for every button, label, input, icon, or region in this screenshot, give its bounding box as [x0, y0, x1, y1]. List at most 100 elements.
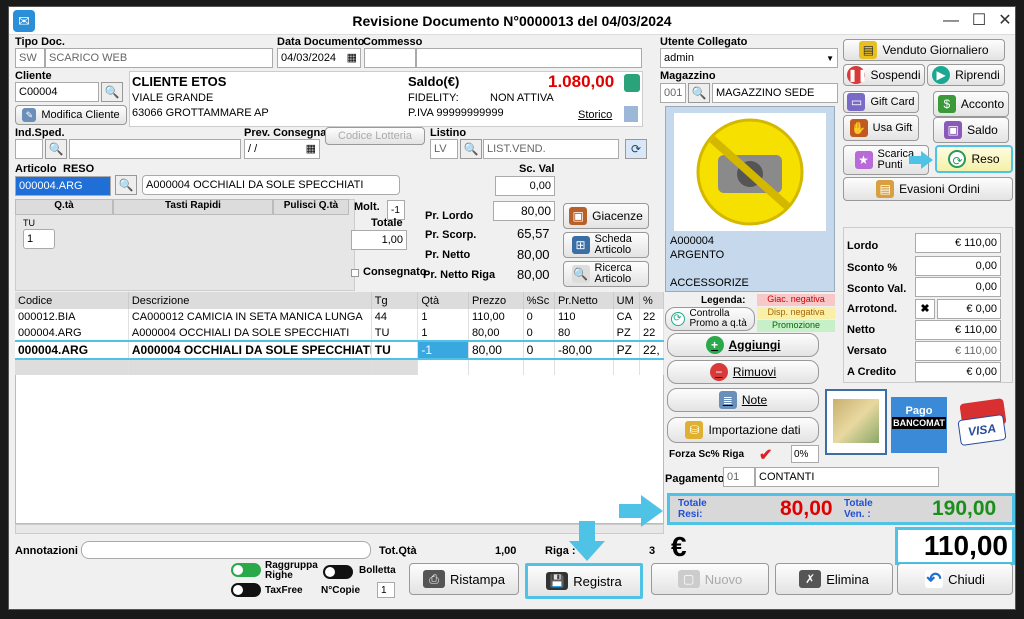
listino-code[interactable]: LV [430, 139, 458, 159]
cash-payment-icon[interactable] [825, 389, 887, 455]
chiudi-button[interactable]: ↶ Chiudi [897, 563, 1013, 595]
legend-giac-negativa: Giac. negativa [757, 294, 835, 306]
history-icon[interactable] [624, 106, 638, 122]
pr-lordo-field[interactable]: 80,00 [493, 201, 555, 221]
calendar-icon[interactable]: ▦ [347, 51, 357, 66]
totale-field[interactable]: 1,00 [351, 230, 407, 250]
search-icon[interactable]: 🔍 [101, 82, 123, 102]
nuovo-button[interactable]: ▢ Nuovo [651, 563, 769, 595]
listino-field[interactable]: LIST.VEND. [483, 139, 619, 159]
col-header[interactable]: Codice [15, 292, 129, 309]
cliente-code[interactable]: C00004 [15, 82, 99, 102]
ricerca-articolo-button[interactable]: 🔍 Ricerca Articolo [563, 261, 649, 287]
raggruppa-toggle[interactable] [231, 563, 261, 577]
importazione-dati-button[interactable]: ⛁ Importazione dati [667, 417, 819, 443]
ind-sped-code[interactable] [15, 139, 43, 159]
sconto-val-field[interactable]: 0,00 [915, 277, 1001, 297]
col-header[interactable]: UM [613, 292, 640, 309]
aggiungi-button[interactable]: + Aggiungi [667, 333, 819, 357]
pause-icon: ❚❚ [847, 66, 868, 84]
credito-field[interactable]: € 0,00 [915, 362, 1001, 382]
col-header[interactable]: Tg [371, 292, 419, 309]
col-header[interactable]: Prezzo [468, 292, 524, 309]
cell[interactable]: -1 [417, 340, 469, 360]
horizontal-scrollbar[interactable] [15, 524, 664, 534]
utente-select[interactable]: admin ▼ [660, 48, 838, 68]
venduto-giornaliero-button[interactable]: ▤ Venduto Giornaliero [843, 39, 1005, 61]
commesso-field[interactable] [416, 48, 642, 68]
pagamento-field[interactable]: CONTANTI [755, 467, 939, 487]
gift-card-button[interactable]: ▭ Gift Card [843, 91, 919, 113]
forza-sc-field[interactable]: 0% [791, 445, 819, 463]
codice-lotteria-button[interactable]: Codice Lotteria [325, 127, 425, 145]
sconto-pct-field[interactable]: 0,00 [915, 256, 1001, 276]
magazzino-field[interactable]: MAGAZZINO SEDE [712, 83, 838, 103]
qta-field[interactable]: 1 [23, 229, 55, 249]
col-header[interactable]: Descrizione [128, 292, 372, 309]
tipo-doc-code[interactable]: SW [15, 48, 45, 68]
riprendi-button[interactable]: ▶ Riprendi [927, 64, 1005, 86]
ncopie-field[interactable]: 1 [377, 582, 395, 598]
col-header[interactable]: % [639, 292, 665, 309]
rimuovi-button[interactable]: − Rimuovi [667, 360, 819, 384]
pagobancomat-icon[interactable]: Pago BANCOMAT [891, 397, 947, 453]
modifica-cliente-button[interactable]: ✎ Modifica Cliente [15, 105, 127, 125]
table-row-empty[interactable] [15, 359, 665, 375]
elimina-button[interactable]: ✗ Elimina [775, 563, 893, 595]
cell: A000004 OCCHIALI DA SOLE SPECCHIATI [128, 325, 372, 341]
arrotond-field[interactable]: € 0,00 [937, 299, 1001, 319]
tab-pulisci-qta[interactable]: Pulisci Q.tà [273, 199, 349, 215]
data-doc-field[interactable]: 04/03/2024 ▦ [277, 48, 361, 68]
taxfree-toggle[interactable] [231, 583, 261, 597]
minimize-icon[interactable]: — [941, 11, 961, 31]
lordo-field[interactable]: € 110,00 [915, 233, 1001, 253]
table-row[interactable]: 000012.BIA CA000012 CAMICIA IN SETA MANIC… [15, 309, 665, 325]
scheda-articolo-button[interactable]: ⊞ Scheda Articolo [563, 232, 649, 258]
calendar-icon[interactable]: ▦ [306, 142, 316, 157]
acconto-button[interactable]: $ Acconto [933, 91, 1009, 117]
col-header[interactable]: Qtà [417, 292, 469, 309]
maximize-icon[interactable]: ☐ [969, 11, 989, 31]
magazzino-code[interactable]: 001 [660, 83, 686, 103]
col-header[interactable]: Pr.Netto [554, 292, 614, 309]
col-header[interactable]: %Sc [523, 292, 555, 309]
usa-gift-button[interactable]: ✋ Usa Gift [843, 115, 919, 141]
giacenze-button[interactable]: ▣ Giacenze [563, 203, 649, 229]
check-icon[interactable]: ✔ [759, 445, 777, 464]
search-icon[interactable]: 🔍 [460, 139, 482, 159]
evasioni-ordini-button[interactable]: ▤ Evasioni Ordini [843, 177, 1013, 201]
search-icon[interactable]: 🔍 [688, 83, 710, 103]
versato-field[interactable]: € 110,00 [915, 341, 1001, 361]
storico-link[interactable]: Storico [578, 109, 612, 121]
close-icon[interactable]: ✕ [995, 11, 1015, 31]
table-row-selected[interactable]: 000004.ARG A000004 OCCHIALI DA SOLE SPECC… [15, 340, 665, 360]
table-row[interactable]: 000004.ARG A000004 OCCHIALI DA SOLE SPECC… [15, 325, 665, 341]
articolo-code[interactable]: 000004.ARG [15, 176, 111, 196]
bolletta-toggle[interactable] [323, 565, 353, 579]
sospendi-button[interactable]: ❚❚ Sospendi [843, 64, 925, 86]
note-button[interactable]: ≣ Note [667, 388, 819, 412]
document-icon[interactable] [624, 74, 640, 92]
pagamento-code[interactable]: 01 [723, 467, 755, 487]
refresh-icon[interactable]: ⟳ [625, 139, 647, 159]
tab-qta[interactable]: Q.tà [15, 199, 113, 215]
tab-tasti-rapidi[interactable]: Tasti Rapidi [113, 199, 273, 215]
tipo-doc-field[interactable]: SCARICO WEB [45, 48, 273, 68]
search-icon[interactable]: 🔍 [115, 175, 137, 195]
prev-consegna-field[interactable]: / / ▦ [244, 139, 320, 159]
annotazioni-field[interactable] [81, 541, 371, 559]
arrotond-clear-icon[interactable]: ✖ [915, 299, 935, 319]
netto-field[interactable]: € 110,00 [915, 320, 1001, 340]
reso-button[interactable]: ⟳ Reso [935, 145, 1013, 173]
ristampa-button[interactable]: ⎙ Ristampa [409, 563, 519, 595]
credit-cards-icon[interactable]: VISA [955, 398, 1011, 447]
articolo-desc[interactable]: A000004 OCCHIALI DA SOLE SPECCHIATI [142, 175, 400, 195]
controlla-promo-button[interactable]: ⟳ Controlla Promo a q.tà [665, 307, 755, 331]
registra-button[interactable]: 💾 Registra [525, 563, 643, 599]
search-icon[interactable]: 🔍 [45, 139, 67, 159]
saldo-button[interactable]: ▣ Saldo [933, 117, 1009, 143]
consegnato-checkbox[interactable] [351, 269, 359, 277]
ind-sped-field[interactable] [69, 139, 241, 159]
commesso-code[interactable] [364, 48, 416, 68]
sc-val-field[interactable]: 0,00 [495, 176, 555, 196]
